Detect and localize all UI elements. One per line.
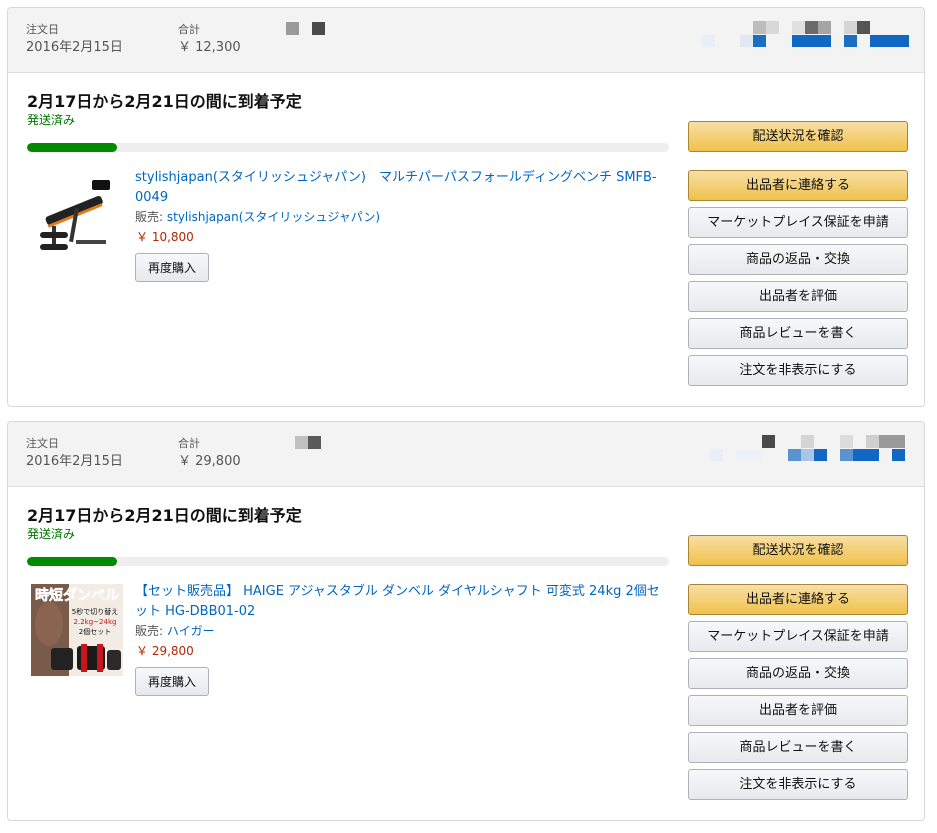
order-date: 2016年2月15日 (26, 454, 123, 469)
seller-link[interactable]: stylishjapan(スタイリッシュジャパン) (167, 210, 380, 224)
shipping-status: 発送済み (27, 527, 76, 541)
buy-again-button[interactable]: 再度購入 (135, 253, 209, 282)
track-package-button[interactable]: 配送状況を確認 (688, 121, 908, 152)
item-price: ￥ 10,800 (136, 230, 194, 244)
hide-order-button[interactable]: 注文を非表示にする (688, 355, 908, 386)
contact-seller-button[interactable]: 出品者に連絡する (688, 170, 908, 201)
order-date-label: 注文日 (26, 437, 59, 450)
return-item-button[interactable]: 商品の返品・交換 (688, 244, 908, 275)
seller-line: 販売: ハイガー (135, 622, 215, 639)
shipping-progress-fill (27, 143, 117, 152)
marketplace-guarantee-button[interactable]: マーケットプレイス保証を申請 (688, 207, 908, 238)
order-date-block: 注文日 2016年2月15日 (26, 437, 123, 471)
product-image-caption-line: 2個セット (79, 627, 111, 636)
order-header: 注文日 2016年2月15日 合計 ￥ 29,800 (8, 422, 924, 487)
seller-line: 販売: stylishjapan(スタイリッシュジャパン) (135, 208, 380, 225)
product-title-link[interactable]: 【セット販売品】 HAIGE アジャスタブル ダンベル ダイヤルシャフト 可変式… (135, 582, 665, 622)
order-total-block: 合計 ￥ 29,800 (178, 437, 241, 471)
write-review-button[interactable]: 商品レビューを書く (688, 318, 908, 349)
rate-seller-button[interactable]: 出品者を評価 (688, 281, 908, 312)
seller-link[interactable]: ハイガー (167, 624, 215, 638)
delivery-estimate: 2月17日から2月21日の間に到着予定 (27, 506, 302, 525)
product-image-bench[interactable] (32, 168, 120, 260)
order-date: 2016年2月15日 (26, 40, 123, 55)
contact-seller-button[interactable]: 出品者に連絡する (688, 584, 908, 615)
rate-seller-button[interactable]: 出品者を評価 (688, 695, 908, 726)
order-card: 注文日 2016年2月15日 合計 ￥ 29,800 2月17日から2月21日の… (7, 421, 925, 821)
seller-label: 販売: (135, 210, 164, 224)
shipping-progress-bar (27, 143, 669, 152)
track-package-button[interactable]: 配送状況を確認 (688, 535, 908, 566)
delivery-estimate: 2月17日から2月21日の間に到着予定 (27, 92, 302, 111)
shipping-progress-bar (27, 557, 669, 566)
hide-order-button[interactable]: 注文を非表示にする (688, 769, 908, 800)
order-total-label: 合計 (178, 23, 200, 36)
product-image-dumbbell[interactable]: 時短ダンベル 5秒で切り替え 2.2kg~24kg 2個セット (31, 584, 123, 676)
write-review-button[interactable]: 商品レビューを書く (688, 732, 908, 763)
item-price: ￥ 29,800 (136, 644, 194, 658)
seller-label: 販売: (135, 624, 164, 638)
product-title-link[interactable]: stylishjapan(スタイリッシュジャパン) マルチパーパスフォールディン… (135, 168, 665, 208)
marketplace-guarantee-button[interactable]: マーケットプレイス保証を申請 (688, 621, 908, 652)
order-total-label: 合計 (178, 437, 200, 450)
product-image-caption-line: 5秒で切り替え (72, 607, 118, 616)
shipping-progress-fill (27, 557, 117, 566)
product-image-caption-line: 2.2kg~24kg (74, 618, 117, 626)
order-date-label: 注文日 (26, 23, 59, 36)
product-image-caption: 時短ダンベル (35, 587, 119, 604)
order-total: ￥ 12,300 (178, 40, 241, 55)
order-total-block: 合計 ￥ 12,300 (178, 23, 241, 57)
return-item-button[interactable]: 商品の返品・交換 (688, 658, 908, 689)
buy-again-button[interactable]: 再度購入 (135, 667, 209, 696)
order-card: 注文日 2016年2月15日 合計 ￥ 12,300 2月17日から2月21日の… (7, 7, 925, 407)
order-total: ￥ 29,800 (178, 454, 241, 469)
shipping-status: 発送済み (27, 113, 76, 127)
order-date-block: 注文日 2016年2月15日 (26, 23, 123, 57)
order-header: 注文日 2016年2月15日 合計 ￥ 12,300 (8, 8, 924, 73)
